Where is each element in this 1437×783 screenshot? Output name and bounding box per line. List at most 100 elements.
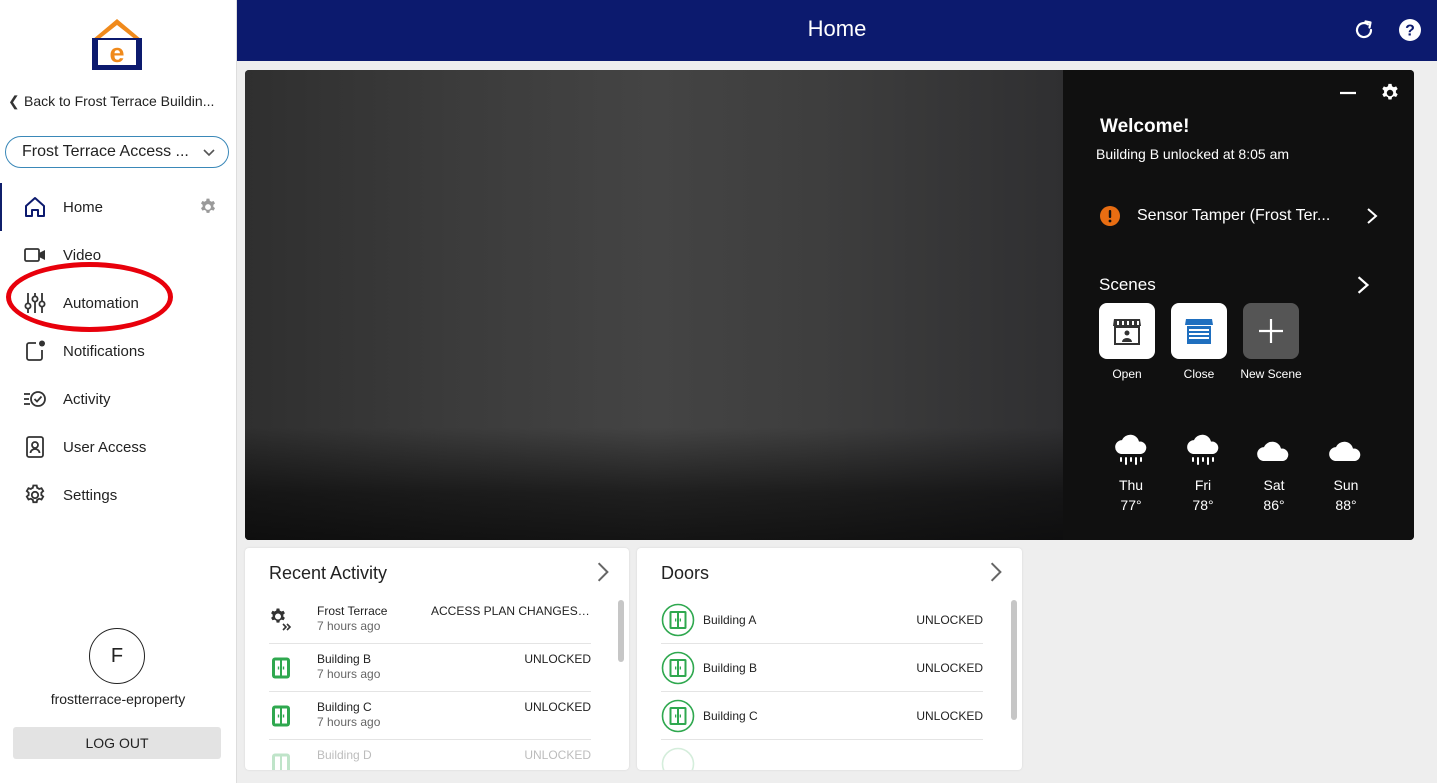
recent-activity-card: Recent Activity Frost Terrace 7 hours ag… xyxy=(245,548,629,770)
sidebar: e ❮ Back to Frost Terrace Buildin... Fro… xyxy=(0,0,237,783)
gear-icon xyxy=(22,482,48,508)
storefront-open-icon xyxy=(1099,303,1155,359)
door-row[interactable]: Building B UNLOCKED xyxy=(661,644,983,692)
chevron-down-icon xyxy=(203,149,215,157)
weather-temp: 77° xyxy=(1120,497,1142,513)
door-row[interactable]: Building C UNLOCKED xyxy=(661,692,983,740)
sidebar-item-activity[interactable]: Activity xyxy=(0,375,236,423)
sidebar-item-home[interactable]: Home xyxy=(0,183,236,231)
door-row[interactable] xyxy=(661,740,983,770)
activity-time: 7 hours ago xyxy=(317,619,381,633)
weather-temp: 78° xyxy=(1192,497,1214,513)
doors-scrollbar[interactable] xyxy=(1011,600,1017,720)
sidebar-item-label: Notifications xyxy=(63,342,145,360)
door-unlocked-icon xyxy=(272,705,290,727)
welcome-heading: Welcome! xyxy=(1100,116,1190,137)
doors-title: Doors xyxy=(661,563,710,583)
welcome-panel: Welcome! Building B unlocked at 8:05 am … xyxy=(1063,70,1414,540)
doors-chevron-right-icon[interactable] xyxy=(986,561,1006,583)
hero-section: Welcome! Building B unlocked at 8:05 am … xyxy=(245,70,1414,540)
scenes-chevron-right-icon[interactable] xyxy=(1353,275,1373,295)
scene-label: New Scene xyxy=(1240,367,1302,381)
refresh-icon[interactable] xyxy=(1351,17,1377,43)
activity-row[interactable]: Building B 7 hours ago UNLOCKED xyxy=(269,644,591,692)
activity-row[interactable]: Building D UNLOCKED xyxy=(269,740,591,770)
top-bar: Home ? xyxy=(237,0,1437,61)
home-icon xyxy=(22,194,48,220)
door-status: UNLOCKED xyxy=(916,613,983,627)
activity-status: ACCESS PLAN CHANGES ... xyxy=(431,604,591,618)
video-feed[interactable] xyxy=(245,70,1063,540)
door-unlocked-icon xyxy=(661,747,695,770)
site-select[interactable]: Frost Terrace Access ... xyxy=(5,136,229,168)
scenes-title: Scenes xyxy=(1099,275,1156,294)
weather-day-label: Thu xyxy=(1118,477,1144,493)
page-title: Home xyxy=(807,16,867,41)
help-icon[interactable]: ? xyxy=(1397,17,1423,43)
scene-label: Close xyxy=(1183,367,1215,381)
alert-text: Sensor Tamper (Frost Ter... xyxy=(1137,207,1331,224)
last-event-status: Building B unlocked at 8:05 am xyxy=(1096,146,1290,162)
scene-new[interactable]: New Scene xyxy=(1239,303,1303,381)
back-link-label: Back to Frost Terrace Buildin... xyxy=(24,93,215,109)
sidebar-item-user-access[interactable]: User Access xyxy=(0,423,236,471)
doors-list: Building A UNLOCKED Building B UNLOCKED … xyxy=(661,596,983,770)
sidebar-item-label: Home xyxy=(63,198,104,216)
weather-temp: 86° xyxy=(1263,497,1285,513)
weather-day-label: Sun xyxy=(1333,477,1359,493)
svg-text:?: ? xyxy=(1405,23,1415,40)
sidebar-item-video[interactable]: Video xyxy=(0,231,236,279)
sliders-icon xyxy=(22,290,48,316)
sidebar-nav: Home Video Automation Notifications Acti… xyxy=(0,183,236,519)
scene-open[interactable]: Open xyxy=(1095,303,1159,381)
home-settings-gear-icon[interactable] xyxy=(198,197,218,217)
back-link[interactable]: ❮ Back to Frost Terrace Buildin... xyxy=(8,90,230,112)
sidebar-item-automation[interactable]: Automation xyxy=(0,279,236,327)
scene-label: Open xyxy=(1112,367,1142,381)
scene-close[interactable]: Close xyxy=(1167,303,1231,381)
site-select-value: Frost Terrace Access ... xyxy=(22,143,189,160)
door-row[interactable]: Building A UNLOCKED xyxy=(661,596,983,644)
sidebar-item-label: Video xyxy=(63,246,102,264)
activity-name: Frost Terrace xyxy=(317,604,388,618)
alert-row[interactable]: Sensor Tamper (Frost Ter... xyxy=(1099,202,1379,230)
door-unlocked-icon xyxy=(272,753,290,770)
panel-settings-gear-icon[interactable] xyxy=(1379,82,1401,104)
username: frostterrace-eproperty xyxy=(50,691,186,707)
activity-row[interactable]: Frost Terrace 7 hours ago ACCESS PLAN CH… xyxy=(269,596,591,644)
door-name: Building B xyxy=(703,661,758,675)
activity-time: 7 hours ago xyxy=(317,667,381,681)
recent-activity-list: Frost Terrace 7 hours ago ACCESS PLAN CH… xyxy=(269,596,591,770)
rain-cloud-icon xyxy=(1115,434,1147,465)
activity-name: Building D xyxy=(317,748,372,762)
activity-name: Building B xyxy=(317,652,372,666)
sidebar-item-label: Activity xyxy=(63,390,111,408)
cloud-icon xyxy=(1257,441,1289,461)
recent-activity-scrollbar[interactable] xyxy=(618,600,624,662)
sidebar-item-label: Automation xyxy=(63,294,139,312)
plus-icon xyxy=(1243,303,1299,359)
activity-status: UNLOCKED xyxy=(524,748,591,762)
alert-icon xyxy=(1100,206,1120,226)
door-unlocked-icon xyxy=(661,699,695,733)
automation-gears-icon xyxy=(271,608,292,631)
chevron-right-icon xyxy=(1367,208,1378,224)
storefront-closed-icon xyxy=(1171,303,1227,359)
minimize-icon[interactable] xyxy=(1337,82,1359,104)
recent-activity-chevron-right-icon[interactable] xyxy=(593,561,613,583)
sidebar-item-label: Settings xyxy=(63,486,118,504)
avatar[interactable]: F xyxy=(89,628,145,684)
recent-activity-title: Recent Activity xyxy=(269,563,388,583)
weather-day: Thu 77° xyxy=(1106,430,1156,513)
activity-row[interactable]: Building C 7 hours ago UNLOCKED xyxy=(269,692,591,740)
door-status: UNLOCKED xyxy=(916,709,983,723)
sidebar-item-settings[interactable]: Settings xyxy=(0,471,236,519)
activity-time: 7 hours ago xyxy=(317,715,381,729)
video-camera-icon xyxy=(22,242,48,268)
activity-status: UNLOCKED xyxy=(524,652,591,666)
bell-badge-icon xyxy=(22,338,48,364)
weather-day: Sun 88° xyxy=(1321,430,1371,513)
logout-button[interactable]: LOG OUT xyxy=(13,727,221,759)
door-name: Building A xyxy=(703,613,757,627)
sidebar-item-notifications[interactable]: Notifications xyxy=(0,327,236,375)
